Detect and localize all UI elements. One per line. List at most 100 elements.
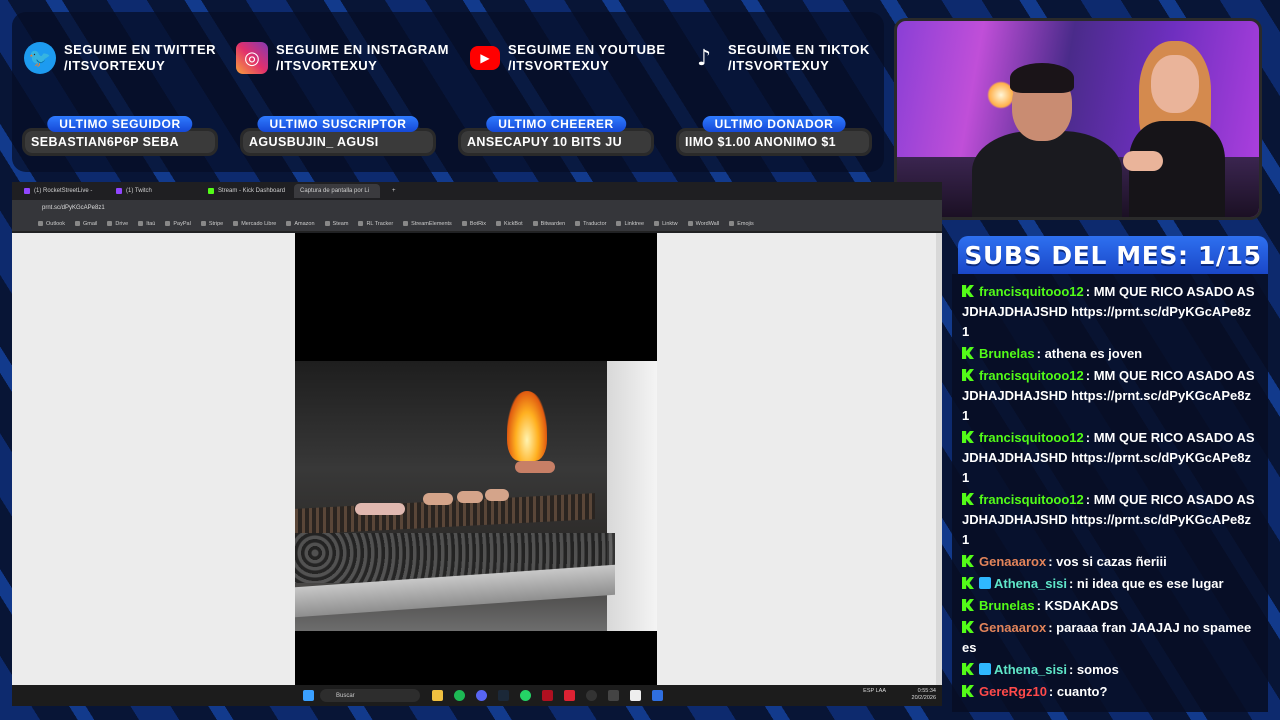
- chat-username[interactable]: francisquitooo12: [979, 492, 1084, 507]
- tiktok-link[interactable]: ♪ SEGUIME EN TIKTOK/ITSVORTEXUY: [688, 42, 870, 74]
- chat-username[interactable]: francisquitooo12: [979, 368, 1084, 383]
- app-icon-3[interactable]: [630, 690, 641, 701]
- bookmark-item[interactable]: Gmail: [75, 221, 97, 227]
- chat-panel[interactable]: francisquitooo12: MM QUE RICO ASADO ASJD…: [952, 274, 1268, 712]
- chat-username[interactable]: Brunelas: [979, 598, 1035, 613]
- instagram-line1: SEGUIME EN INSTAGRAM: [276, 42, 449, 57]
- last-subscriber-label: ULTIMO SUSCRIPTOR: [257, 116, 419, 132]
- instagram-link[interactable]: ◎ SEGUIME EN INSTAGRAM/ITSVORTEXUY: [236, 42, 449, 74]
- bookmark-item[interactable]: Emojis: [729, 221, 754, 227]
- chat-username[interactable]: Brunelas: [979, 346, 1035, 361]
- kick-badge-icon: [962, 685, 974, 697]
- discord-icon[interactable]: [476, 690, 487, 701]
- kick-badge-icon: [962, 369, 974, 381]
- start-icon[interactable]: [303, 690, 314, 701]
- chat-username[interactable]: Athena_sisi: [994, 576, 1067, 591]
- bookmark-item[interactable]: BotRix: [462, 221, 486, 227]
- taskbar-search[interactable]: Buscar: [320, 689, 420, 702]
- bookmark-item[interactable]: Linktree: [616, 221, 644, 227]
- kick-badge-icon: [962, 577, 974, 589]
- app-icon[interactable]: [542, 690, 553, 701]
- chat-text: : somos: [1068, 662, 1119, 677]
- tiktok-icon: ♪: [696, 45, 712, 71]
- chat-message: Athena_sisi: ni idea que es ese lugar: [962, 574, 1258, 594]
- browser-tab-active[interactable]: Captura de pantalla por Li: [294, 184, 380, 198]
- bookmark-item[interactable]: Stripe: [201, 221, 223, 227]
- chat-text: : ni idea que es ese lugar: [1068, 576, 1224, 591]
- chrome-icon[interactable]: [586, 690, 597, 701]
- twitter-icon: 🐦: [24, 42, 56, 74]
- twitter-link[interactable]: 🐦 SEGUIME EN TWITTER/ITSVORTEXUY: [24, 42, 216, 74]
- address-bar[interactable]: prnt.sc/dPyKGcAPe8z1: [12, 200, 942, 216]
- bookmark-item[interactable]: RL Tracker: [358, 221, 393, 227]
- language-indicator[interactable]: ESP LAA: [863, 688, 886, 695]
- twitter-line1: SEGUIME EN TWITTER: [64, 42, 216, 57]
- chat-message: francisquitooo12: MM QUE RICO ASADO ASJD…: [962, 490, 1258, 550]
- bookmark-item[interactable]: Bitwarden: [533, 221, 565, 227]
- spotify-icon[interactable]: [454, 690, 465, 701]
- bookmark-item[interactable]: Itaú: [138, 221, 155, 227]
- screenshot-page: [12, 233, 942, 685]
- bookmark-item[interactable]: Outlook: [38, 221, 65, 227]
- chat-message: Athena_sisi: somos: [962, 660, 1258, 680]
- url-text: prnt.sc/dPyKGcAPe8z1: [42, 205, 105, 211]
- sub-badge-icon: [979, 663, 991, 675]
- bookmark-item[interactable]: Drive: [107, 221, 128, 227]
- chat-message: francisquitooo12: MM QUE RICO ASADO ASJD…: [962, 282, 1258, 342]
- bookmark-item[interactable]: Steam: [325, 221, 349, 227]
- bookmark-item[interactable]: StreamElements: [403, 221, 452, 227]
- taskbar-clock[interactable]: 0:55:34 20/2/2026: [912, 688, 936, 702]
- last-subscriber-value: AGUSBUJIN_ AGUSI: [243, 131, 433, 153]
- youtube-icon: ▶: [470, 46, 500, 70]
- tiktok-line1: SEGUIME EN TIKTOK: [728, 42, 870, 57]
- chat-username[interactable]: francisquitooo12: [979, 430, 1084, 445]
- browser-tab[interactable]: (1) Twitch: [110, 184, 196, 198]
- last-donor-value: IIMO $1.00 ANONIMO $1: [679, 131, 869, 153]
- bookmark-item[interactable]: Linktw: [654, 221, 678, 227]
- instagram-icon: ◎: [236, 42, 268, 74]
- bookmark-item[interactable]: Traductor: [575, 221, 606, 227]
- webcam-feed: [894, 18, 1262, 220]
- whatsapp-icon[interactable]: [520, 690, 531, 701]
- bookmark-item[interactable]: Mercado Libre: [233, 221, 276, 227]
- subs-goal-title: SUBS DEL MES: 1/15: [958, 236, 1268, 274]
- app-icon-2[interactable]: [608, 690, 619, 701]
- youtube-link[interactable]: ▶ SEGUIME EN YOUTUBE/ITSVORTEXUY: [470, 42, 666, 74]
- chat-username[interactable]: Genaaarox: [979, 620, 1046, 635]
- last-follower-value: SEBASTIAN6P6P SEBA: [25, 131, 215, 153]
- steam-icon[interactable]: [498, 690, 509, 701]
- obs-icon[interactable]: [564, 690, 575, 701]
- bookmark-item[interactable]: Amazon: [286, 221, 314, 227]
- folder-icon[interactable]: [432, 690, 443, 701]
- page-scrollbar[interactable]: [936, 233, 942, 685]
- new-tab-icon[interactable]: +: [386, 184, 398, 198]
- chat-message: francisquitooo12: MM QUE RICO ASADO ASJD…: [962, 428, 1258, 488]
- app-icon-4[interactable]: [652, 690, 663, 701]
- chat-text: : vos si cazas ñeriii: [1048, 554, 1167, 569]
- bookmark-item[interactable]: PayPal: [165, 221, 190, 227]
- chat-message: Genaaarox: paraaa fran JAAJAJ no spameee…: [962, 618, 1258, 658]
- asado-photo: [295, 361, 657, 631]
- browser-tab[interactable]: Stream - Kick Dashboard: [202, 184, 288, 198]
- social-panel: 🐦 SEGUIME EN TWITTER/ITSVORTEXUY ◎ SEGUI…: [12, 12, 884, 172]
- guest-figure: [1123, 41, 1237, 217]
- chat-username[interactable]: Athena_sisi: [994, 662, 1067, 677]
- kick-badge-icon: [962, 621, 974, 633]
- kick-badge-icon: [962, 663, 974, 675]
- streamer-figure: [972, 61, 1122, 217]
- last-cheerer-value: ANSECAPUY 10 BITS JU: [461, 131, 651, 153]
- fire: [507, 391, 547, 461]
- chat-message: francisquitooo12: MM QUE RICO ASADO ASJD…: [962, 366, 1258, 426]
- bookmark-item[interactable]: KickBot: [496, 221, 523, 227]
- browser-tab[interactable]: (1) RocketStreetLive -: [18, 184, 104, 198]
- last-donor-label: ULTIMO DONADOR: [702, 116, 846, 132]
- chat-message: GereRgz10: cuanto?: [962, 682, 1258, 702]
- chat-username[interactable]: GereRgz10: [979, 684, 1047, 699]
- kick-badge-icon: [962, 347, 974, 359]
- instagram-handle: /ITSVORTEXUY: [276, 58, 378, 73]
- chat-username[interactable]: Genaaarox: [979, 554, 1046, 569]
- chat-text: : athena es joven: [1036, 346, 1143, 361]
- chat-text: : KSDAKADS: [1036, 598, 1119, 613]
- chat-username[interactable]: francisquitooo12: [979, 284, 1084, 299]
- bookmark-item[interactable]: WordWall: [688, 221, 720, 227]
